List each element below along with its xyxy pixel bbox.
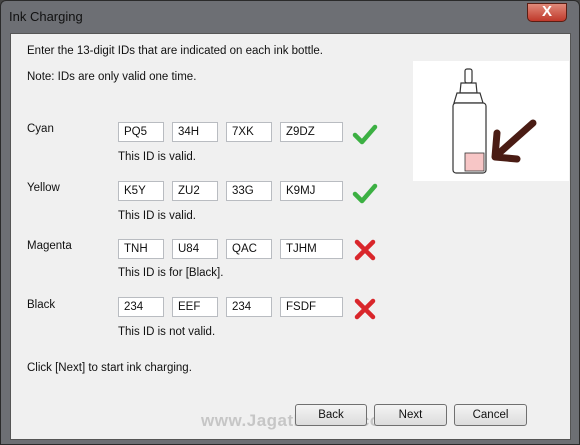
id-field-black-2[interactable]: EEF bbox=[172, 297, 218, 317]
status-text-cyan: This ID is valid. bbox=[118, 151, 196, 163]
status-text-black: This ID is not valid. bbox=[118, 326, 216, 338]
back-button[interactable]: Back bbox=[295, 404, 367, 426]
instruction-text: Enter the 13-digit IDs that are indicate… bbox=[27, 45, 323, 57]
id-field-magenta-2[interactable]: U84 bbox=[172, 239, 218, 259]
id-field-yellow-1[interactable]: K5Y bbox=[118, 181, 164, 201]
status-text-yellow: This ID is valid. bbox=[118, 210, 196, 222]
title-bar: Ink Charging X bbox=[1, 1, 579, 33]
id-field-yellow-2[interactable]: ZU2 bbox=[172, 181, 218, 201]
color-label-black: Black bbox=[27, 299, 56, 311]
status-text-magenta: This ID is for [Black]. bbox=[118, 267, 224, 279]
dialog-client-area: Enter the 13-digit IDs that are indicate… bbox=[10, 33, 571, 440]
color-label-cyan: Cyan bbox=[27, 123, 54, 135]
close-icon: X bbox=[541, 3, 552, 20]
id-field-black-3[interactable]: 234 bbox=[226, 297, 272, 317]
id-field-black-1[interactable]: 234 bbox=[118, 297, 164, 317]
color-label-magenta: Magenta bbox=[27, 240, 72, 252]
valid-checkmark-icon bbox=[352, 183, 378, 204]
note-text: Note: IDs are only valid one time. bbox=[27, 71, 197, 83]
invalid-cross-icon bbox=[354, 298, 376, 320]
cancel-button[interactable]: Cancel bbox=[454, 404, 527, 426]
id-field-magenta-4[interactable]: TJHM bbox=[280, 239, 343, 259]
id-field-cyan-1[interactable]: PQ5 bbox=[118, 122, 164, 142]
id-field-yellow-4[interactable]: K9MJ bbox=[280, 181, 343, 201]
next-button[interactable]: Next bbox=[374, 404, 447, 426]
ink-charging-window: Ink Charging X Enter the 13-digit IDs th… bbox=[0, 0, 580, 445]
invalid-cross-icon bbox=[354, 239, 376, 261]
id-field-cyan-3[interactable]: 7XK bbox=[226, 122, 272, 142]
footer-instruction: Click [Next] to start ink charging. bbox=[27, 362, 192, 374]
color-label-yellow: Yellow bbox=[27, 182, 60, 194]
id-field-yellow-3[interactable]: 33G bbox=[226, 181, 272, 201]
id-field-magenta-3[interactable]: QAC bbox=[226, 239, 272, 259]
id-field-black-4[interactable]: FSDF bbox=[280, 297, 343, 317]
valid-checkmark-icon bbox=[352, 124, 378, 145]
ink-bottle-icon bbox=[452, 68, 537, 174]
close-button[interactable]: X bbox=[527, 3, 567, 22]
id-field-magenta-1[interactable]: TNH bbox=[118, 239, 164, 259]
id-field-cyan-2[interactable]: 34H bbox=[172, 122, 218, 142]
window-title: Ink Charging bbox=[9, 9, 83, 24]
ink-bottle-illustration bbox=[413, 61, 569, 181]
id-field-cyan-4[interactable]: Z9DZ bbox=[280, 122, 343, 142]
